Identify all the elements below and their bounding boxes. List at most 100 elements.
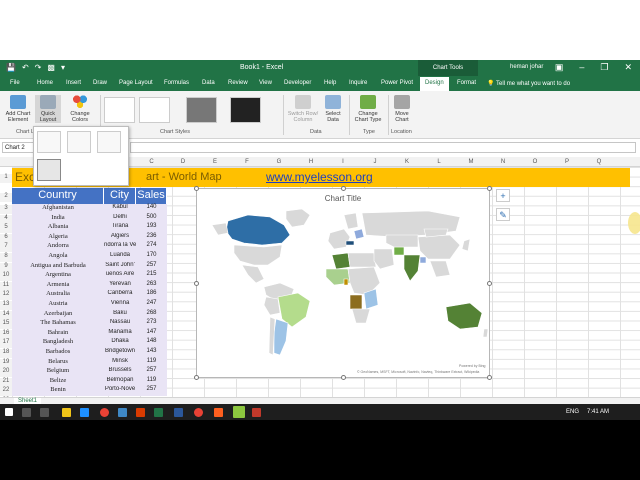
resize-handle[interactable] [487,186,492,191]
column-header[interactable]: J [359,159,391,165]
row-header[interactable]: 9 [0,262,12,272]
tab-file[interactable]: File [10,80,20,86]
row-header[interactable]: 22 [0,387,12,397]
tab-design[interactable]: Design [420,77,449,91]
city-cell[interactable]: Saint John' [104,261,136,272]
layout-option-1[interactable] [37,131,61,153]
city-cell[interactable]: Algiers [104,232,136,243]
city-cell[interactable]: Minsk [104,357,136,368]
add-chart-element-button[interactable]: Add Chart Element [4,95,32,123]
word-icon[interactable] [174,408,183,417]
sales-cell[interactable]: 170 [136,251,167,262]
country-cell[interactable]: Azerbaijan [12,309,104,320]
column-header[interactable]: Q [583,159,615,165]
tab-home[interactable]: Home [37,80,53,86]
column-header[interactable]: O [519,159,551,165]
sales-cell[interactable]: 273 [136,319,167,329]
row-header[interactable]: 6 [0,233,12,243]
sales-cell[interactable]: 257 [136,386,167,396]
camera-icon[interactable]: ▩ [47,63,55,72]
formula-bar[interactable] [130,142,636,153]
city-cell[interactable]: Belmopan [104,376,136,387]
sales-cell[interactable]: 193 [136,223,167,233]
maximize-icon[interactable]: ❐ [600,62,608,73]
city-cell[interactable]: Manama [104,328,136,339]
sales-cell[interactable]: 257 [136,261,167,272]
city-cell[interactable]: Brussels [104,367,136,377]
resize-handle[interactable] [194,375,199,380]
sales-cell[interactable]: 147 [136,328,167,339]
sales-cell[interactable]: 263 [136,280,167,291]
row-header[interactable]: 21 [0,377,12,387]
city-cell[interactable]: ndorra la Ve [104,242,136,252]
tab-view[interactable]: View [259,80,272,86]
country-cell[interactable]: Bahrain [12,328,104,339]
column-header[interactable]: M [455,159,487,165]
sales-cell[interactable]: 236 [136,232,167,243]
sales-cell[interactable]: 119 [136,357,167,368]
sales-cell[interactable]: 500 [136,213,167,224]
layout-option-4[interactable] [37,159,61,181]
sales-cell[interactable]: 119 [136,376,167,387]
country-cell[interactable]: Benin [12,386,104,396]
chart-title[interactable]: Chart Title [197,194,489,203]
row-header[interactable]: 13 [0,301,12,310]
tab-page-layout[interactable]: Page Layout [119,80,153,86]
column-header[interactable]: C [136,159,167,165]
country-cell[interactable]: Barbados [12,347,104,358]
row-header[interactable]: 12 [0,291,12,301]
chart-style-3[interactable] [186,97,217,123]
country-cell[interactable]: Angola [12,251,104,262]
row-header[interactable]: 5 [0,224,12,234]
tab-draw[interactable]: Draw [93,80,107,86]
minimize-icon[interactable]: – [579,62,584,73]
column-header[interactable]: N [487,159,519,165]
sales-cell[interactable]: 274 [136,242,167,252]
map-chart[interactable]: Chart Title © GeoNames, MSFT, Microsoft,… [194,186,492,380]
country-cell[interactable]: Belarus [12,357,104,368]
tell-me-search[interactable]: 💡 Tell me what you want to do [487,80,570,87]
country-cell[interactable]: Afghanistan [12,204,104,214]
task-view-icon[interactable] [40,408,49,417]
column-header[interactable]: G [263,159,295,165]
city-cell[interactable]: uenos Aire [104,271,136,281]
tab-review[interactable]: Review [228,80,248,86]
header-city[interactable]: City [104,188,136,204]
city-cell[interactable]: Dhaka [104,338,136,348]
camtasia-icon[interactable] [233,406,245,418]
tab-insert[interactable]: Insert [66,80,81,86]
country-cell[interactable]: The Bahamas [12,319,104,329]
country-cell[interactable]: Belize [12,376,104,387]
quick-layout-button[interactable]: Quick Layout [35,95,61,123]
layout-option-2[interactable] [67,131,91,153]
tab-inquire[interactable]: Inquire [349,80,367,86]
app-icon[interactable] [214,408,223,417]
column-header[interactable]: I [327,159,359,165]
customize-qat-icon[interactable]: ▾ [61,63,65,72]
undo-icon[interactable]: ↶ [22,63,29,72]
sales-cell[interactable]: 268 [136,309,167,320]
row-header[interactable]: 20 [0,368,12,378]
tab-formulas[interactable]: Formulas [164,80,189,86]
powerpoint-icon[interactable] [136,408,145,417]
tab-format[interactable]: Format [457,80,476,86]
column-header[interactable]: H [295,159,327,165]
store-icon[interactable] [80,408,89,417]
country-cell[interactable]: Bangladesh [12,338,104,348]
tab-developer[interactable]: Developer [284,80,311,86]
row-header[interactable]: 10 [0,272,12,282]
country-cell[interactable]: Austria [12,299,104,310]
tab-help[interactable]: Help [324,80,336,86]
windows-start-icon[interactable] [5,408,13,416]
layout-option-3[interactable] [97,131,121,153]
sales-cell[interactable]: 143 [136,347,167,358]
city-cell[interactable]: Delhi [104,213,136,224]
country-cell[interactable]: Algeria [12,232,104,243]
row-header[interactable]: 15 [0,320,12,330]
excel-icon[interactable] [154,408,163,417]
column-header[interactable]: D [167,159,199,165]
sales-cell[interactable]: 215 [136,271,167,281]
row-header[interactable]: 4 [0,214,12,224]
language-indicator[interactable]: ENG [566,409,579,415]
chart-style-1[interactable] [104,97,135,123]
